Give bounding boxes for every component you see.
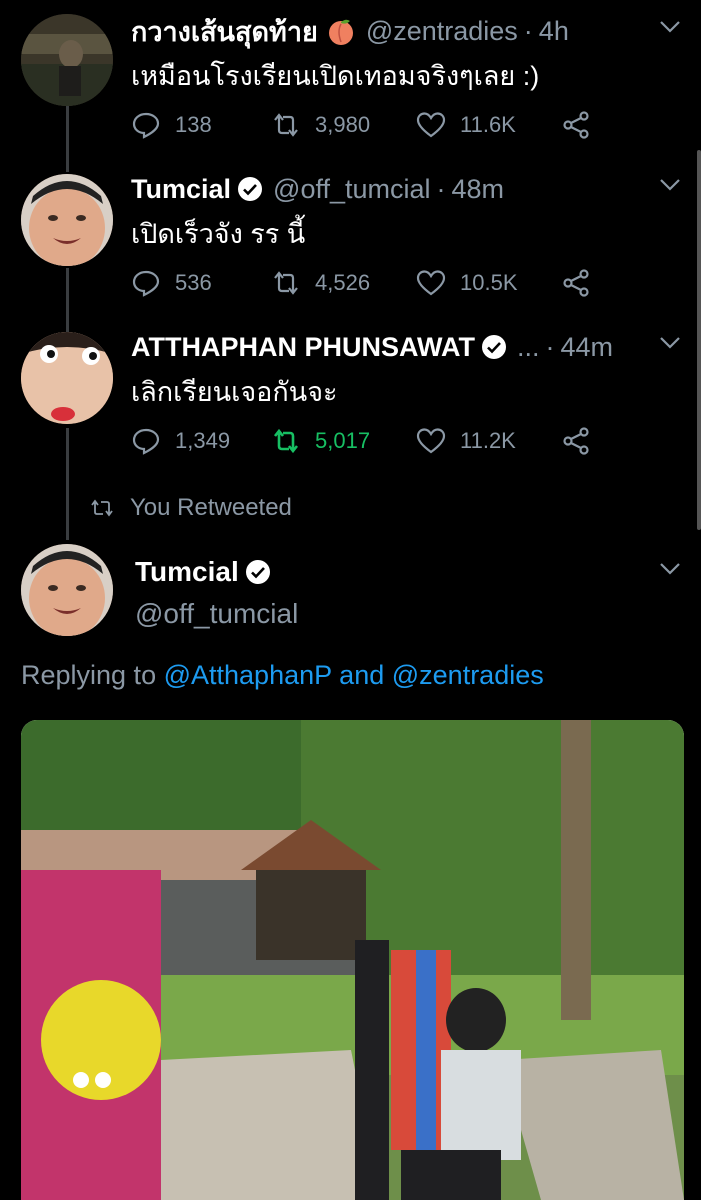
share-icon	[563, 111, 589, 139]
reply-icon	[132, 270, 160, 297]
reply-count: 138	[175, 112, 212, 137]
tweet-actions: 536 4,526 10.5K	[131, 268, 591, 298]
verified-badge-icon	[482, 335, 506, 359]
like-button[interactable]: 11.6K	[416, 110, 516, 140]
tweet-text: เลิกเรียนเจอกันจะ	[131, 377, 338, 407]
retweet-count: 3,980	[315, 112, 371, 137]
timestamp[interactable]: 48m	[452, 174, 505, 205]
peach-icon	[328, 19, 353, 45]
tweet-media-photo[interactable]	[21, 720, 684, 1200]
user-handle[interactable]: ...	[517, 332, 540, 363]
heart-icon	[416, 428, 446, 454]
user-handle[interactable]: @zentradies	[366, 16, 518, 47]
separator-dot: ·	[545, 331, 555, 362]
reply-button[interactable]: 536	[131, 268, 212, 298]
playground-photo	[21, 720, 684, 1200]
avatar-photo	[21, 332, 113, 424]
share-button[interactable]	[561, 268, 605, 298]
reply-count: 536	[175, 270, 212, 295]
retweet-context: You Retweeted	[90, 494, 292, 522]
avatar[interactable]	[21, 544, 113, 636]
retweet-icon	[274, 113, 298, 137]
reply-button[interactable]: 1,349	[131, 426, 230, 456]
tweet-actions: 1,349 5,017 11.2K	[131, 426, 591, 456]
share-button[interactable]	[561, 110, 605, 140]
timestamp[interactable]: 44m	[561, 332, 614, 363]
like-count: 11.6K	[460, 112, 516, 137]
user-handle[interactable]: @off_tumcial	[273, 174, 430, 205]
tweet-header: กวางเส้นสุดท้าย @zentradies · 4h	[131, 14, 661, 48]
separator-dot: ·	[523, 15, 533, 46]
tweet-header: ATTHAPHAN PHUNSAWAT ... · 44m	[131, 330, 661, 364]
tweet-actions: 138 3,980 11.6K	[131, 110, 591, 140]
verified-badge-icon	[238, 177, 263, 201]
retweet-icon	[273, 428, 299, 454]
tweet-zentradies[interactable]: กวางเส้นสุดท้าย @zentradies · 4h เหมือนโ…	[0, 14, 701, 154]
avatar[interactable]	[21, 14, 113, 106]
like-button[interactable]: 10.5K	[416, 268, 518, 298]
user-handle[interactable]: @off_tumcial	[135, 598, 298, 630]
replying-prefix: Replying to	[21, 660, 157, 690]
retweet-context-label: You Retweeted	[130, 494, 292, 521]
retweet-button[interactable]: 5,017	[271, 426, 370, 456]
avatar[interactable]	[21, 332, 113, 424]
display-name[interactable]: Tumcial	[135, 556, 239, 588]
display-name[interactable]: กวางเส้นสุดท้าย	[131, 10, 318, 53]
avatar-photo	[21, 544, 113, 636]
verified-badge-icon	[245, 560, 270, 584]
replying-to: Replying to @AtthaphanP and @zentradies	[21, 660, 544, 691]
heart-icon	[416, 270, 446, 296]
timestamp[interactable]: 4h	[539, 16, 569, 47]
tweet-text: เปิดเร็วจัง รร นี้	[131, 219, 306, 249]
tweet-text: เหมือนโรงเรียนเปิดเทอมจริงๆเลย :)	[131, 61, 540, 91]
tweet-atthaphan[interactable]: ATTHAPHAN PHUNSAWAT ... · 44m เลิกเรียนเ…	[0, 330, 701, 470]
replying-conjunction: and	[339, 660, 385, 690]
heart-icon	[416, 112, 446, 138]
like-count: 10.5K	[460, 270, 518, 295]
tweet-header: Tumcial @off_tumcial · 48m	[131, 172, 661, 206]
chevron-down-icon[interactable]	[659, 562, 681, 576]
chevron-down-icon[interactable]	[659, 178, 681, 192]
retweet-count: 4,526	[315, 270, 371, 295]
reply-icon	[132, 428, 160, 455]
retweet-icon	[91, 499, 113, 517]
mention-link[interactable]: @zentradies	[392, 660, 544, 690]
display-name[interactable]: ATTHAPHAN PHUNSAWAT	[131, 332, 475, 363]
share-icon	[563, 427, 589, 455]
reply-button[interactable]: 138	[131, 110, 212, 140]
mention-link[interactable]: @AtthaphanP	[164, 660, 332, 690]
chevron-down-icon[interactable]	[659, 20, 681, 34]
focused-display-name-row: Tumcial	[135, 556, 271, 588]
share-button[interactable]	[561, 426, 605, 456]
display-name[interactable]: Tumcial	[131, 174, 231, 205]
chevron-down-icon[interactable]	[659, 336, 681, 350]
separator-dot: ·	[436, 173, 446, 204]
tweet-off-tumcial[interactable]: Tumcial @off_tumcial · 48m เปิดเร็วจัง ร…	[0, 172, 701, 312]
share-icon	[563, 269, 589, 297]
retweet-count: 5,017	[315, 428, 371, 453]
retweet-icon	[274, 271, 298, 295]
avatar-photo	[21, 174, 113, 266]
avatar-photo	[21, 14, 113, 106]
reply-icon	[132, 112, 160, 139]
like-count: 11.2K	[460, 428, 516, 453]
avatar[interactable]	[21, 174, 113, 266]
retweet-button[interactable]: 4,526	[271, 268, 370, 298]
retweet-button[interactable]: 3,980	[271, 110, 370, 140]
reply-count: 1,349	[175, 428, 231, 453]
like-button[interactable]: 11.2K	[416, 426, 516, 456]
